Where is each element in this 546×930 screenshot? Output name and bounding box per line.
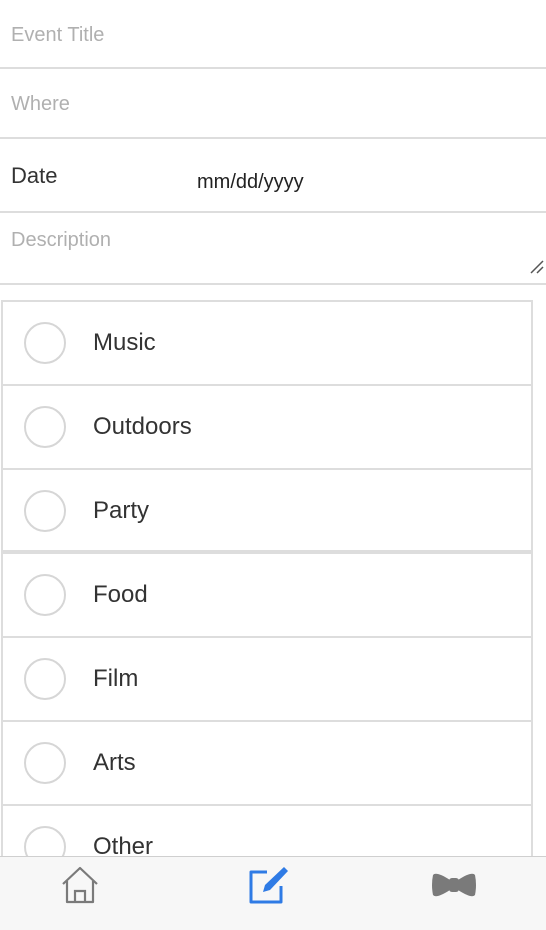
category-list: Music Outdoors Party Food Film Arts Othe…	[1, 300, 533, 890]
date-row: Date mm/dd/yyyy	[0, 139, 546, 213]
category-item-arts[interactable]: Arts	[3, 722, 531, 806]
event-title-input[interactable]	[11, 22, 546, 48]
category-item-outdoors[interactable]: Outdoors	[3, 386, 531, 470]
radio-button[interactable]	[24, 574, 66, 616]
radio-button[interactable]	[24, 322, 66, 364]
radio-button[interactable]	[24, 490, 66, 532]
category-item-music[interactable]: Music	[3, 302, 531, 386]
radio-button[interactable]	[24, 406, 66, 448]
bottom-tab-bar	[0, 856, 546, 930]
category-label: Music	[93, 329, 156, 356]
event-title-row	[0, 0, 546, 69]
home-icon	[62, 866, 98, 904]
radio-button[interactable]	[24, 658, 66, 700]
bowtie-icon	[432, 873, 476, 897]
event-form: Date mm/dd/yyyy	[0, 0, 546, 285]
date-label: Date	[11, 163, 58, 188]
tab-bowtie[interactable]	[430, 865, 478, 905]
category-item-food[interactable]: Food	[3, 554, 531, 638]
where-row	[0, 69, 546, 139]
tab-home[interactable]	[56, 865, 104, 905]
description-input[interactable]	[11, 229, 546, 283]
category-label: Food	[93, 581, 148, 608]
category-label: Outdoors	[93, 413, 192, 440]
date-input[interactable]: mm/dd/yyyy	[197, 171, 304, 194]
where-input[interactable]	[11, 91, 546, 117]
category-item-film[interactable]: Film	[3, 638, 531, 722]
tab-edit[interactable]	[244, 865, 292, 905]
category-label: Arts	[93, 749, 136, 776]
radio-button[interactable]	[24, 742, 66, 784]
category-label: Party	[93, 497, 150, 524]
edit-icon	[249, 867, 288, 904]
category-label: Film	[93, 665, 139, 692]
category-item-party[interactable]: Party	[3, 470, 531, 554]
description-row	[0, 213, 546, 285]
resize-handle-icon[interactable]	[530, 260, 544, 274]
